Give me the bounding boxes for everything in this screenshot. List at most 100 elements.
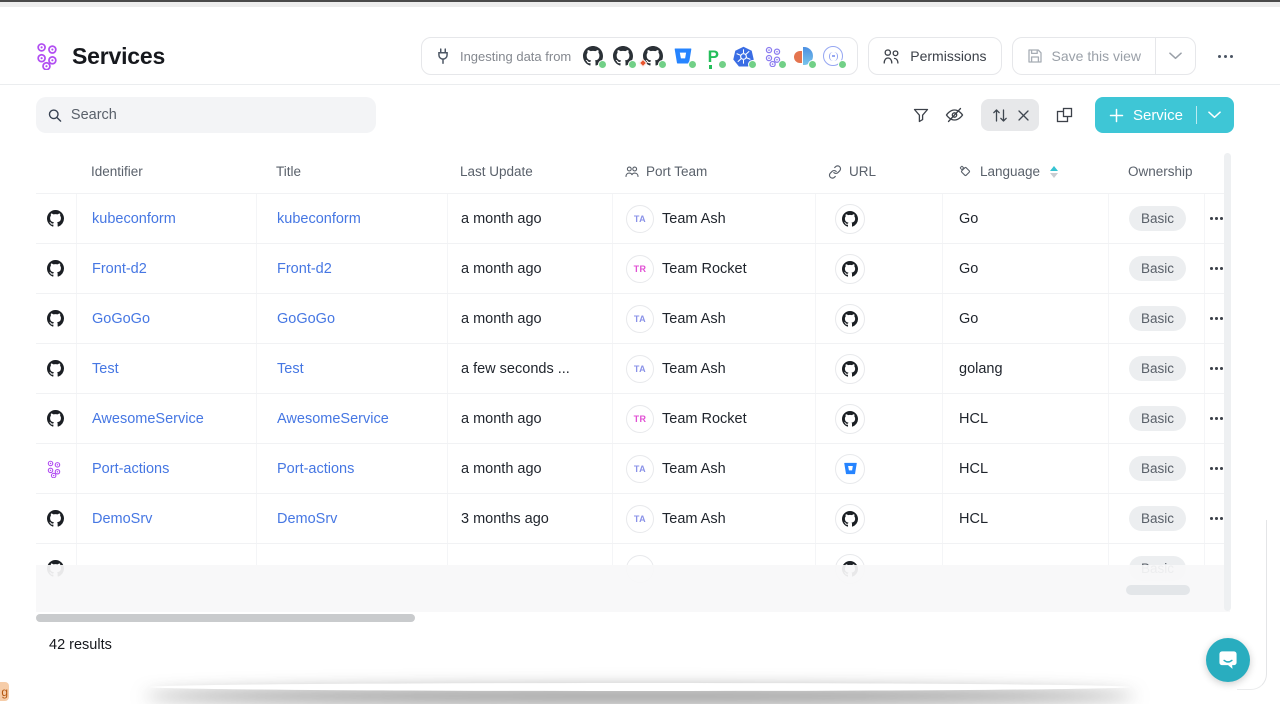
- ingesting-label: Ingesting data from: [460, 49, 571, 64]
- table-row[interactable]: DemoSrv DemoSrv 3 months ago TATeam Ash …: [36, 493, 1228, 543]
- search-input[interactable]: [71, 107, 364, 123]
- table-row[interactable]: Front-d2 Front-d2 a month ago TRTeam Roc…: [36, 243, 1228, 293]
- row-more-menu-button[interactable]: [1210, 217, 1223, 220]
- github-source-icon[interactable]: [582, 45, 604, 67]
- table-row[interactable]: Test Test a few seconds ... TATeam Ash g…: [36, 343, 1228, 393]
- hide-properties-button[interactable]: [938, 99, 972, 131]
- plus-icon: [1109, 108, 1124, 123]
- last-update-value: a month ago: [461, 311, 542, 327]
- language-value: Go: [959, 311, 978, 327]
- identifier-link[interactable]: Front-d2: [92, 261, 147, 277]
- row-more-menu-button[interactable]: [1210, 417, 1223, 420]
- ownership-badge: Basic: [1129, 506, 1186, 531]
- table-row[interactable]: Port-actions Port-actions a month ago TA…: [36, 443, 1228, 493]
- browser-extension-tag[interactable]: g: [0, 682, 9, 701]
- filter-button[interactable]: [904, 99, 938, 131]
- column-header-language[interactable]: Language: [958, 164, 1058, 179]
- results-count: 42 results: [49, 637, 112, 653]
- identifier-link[interactable]: AwesomeService: [92, 411, 204, 427]
- chevron-down-icon: [1169, 52, 1182, 60]
- team-name: Team Ash: [662, 361, 726, 377]
- row-more-menu-button[interactable]: [1210, 317, 1223, 320]
- insights-source-icon[interactable]: [792, 45, 814, 67]
- github-icon: [47, 310, 64, 327]
- title-link[interactable]: Test: [277, 361, 304, 377]
- ingest-source-list: P: [582, 45, 844, 67]
- team-name: Team Ash: [662, 461, 726, 477]
- status-dot: [808, 60, 817, 69]
- bitbucket-icon: [843, 461, 858, 476]
- identifier-link[interactable]: kubeconform: [92, 211, 176, 227]
- title-link[interactable]: GoGoGo: [277, 311, 335, 327]
- github-source-icon[interactable]: [612, 45, 634, 67]
- ownership-badge: Basic: [1129, 356, 1186, 381]
- horizontal-scrollbar-thumb[interactable]: [36, 614, 415, 622]
- row-more-menu-button[interactable]: [1210, 367, 1223, 370]
- services-page: Services Ingesting data from: [0, 0, 1280, 704]
- status-dot: [688, 60, 697, 69]
- title-link[interactable]: Front-d2: [277, 261, 332, 277]
- status-dot: [778, 60, 787, 69]
- url-github-button[interactable]: [835, 354, 865, 384]
- port-source-icon[interactable]: [762, 45, 784, 67]
- url-github-button[interactable]: [835, 254, 865, 284]
- table-row[interactable]: kubeconform kubeconform a month ago TATe…: [36, 193, 1228, 243]
- column-header-ownership[interactable]: Ownership: [1128, 164, 1193, 179]
- add-service-button[interactable]: Service: [1095, 97, 1234, 133]
- search-box[interactable]: [36, 97, 376, 133]
- team-name: Team Rocket: [662, 411, 747, 427]
- title-link[interactable]: AwesomeService: [277, 411, 389, 427]
- services-blueprint-icon: [36, 42, 58, 70]
- url-bitbucket-button[interactable]: [835, 454, 865, 484]
- language-value: HCL: [959, 411, 988, 427]
- team-avatar: TR: [626, 405, 654, 433]
- table-row[interactable]: AwesomeService AwesomeService a month ag…: [36, 393, 1228, 443]
- save-view-dropdown-button[interactable]: [1155, 38, 1195, 74]
- permissions-button[interactable]: Permissions: [868, 37, 1001, 75]
- last-update-value: a month ago: [461, 211, 542, 227]
- bitbucket-source-icon[interactable]: [672, 45, 694, 67]
- title-link[interactable]: Port-actions: [277, 461, 354, 477]
- webhook-source-icon[interactable]: [822, 45, 844, 67]
- column-header-identifier[interactable]: Identifier: [91, 164, 143, 179]
- permissions-label: Permissions: [910, 48, 986, 64]
- url-github-button[interactable]: [835, 404, 865, 434]
- identifier-link[interactable]: Test: [92, 361, 119, 377]
- save-view-button[interactable]: Save this view: [1013, 48, 1155, 64]
- github-exporter-source-icon[interactable]: [642, 45, 664, 67]
- identifier-link[interactable]: Port-actions: [92, 461, 169, 477]
- row-more-menu-button[interactable]: [1210, 267, 1223, 270]
- chat-launcher-button[interactable]: [1206, 638, 1250, 682]
- page-more-menu-button[interactable]: [1210, 41, 1240, 71]
- vertical-scrollbar[interactable]: [1224, 153, 1231, 611]
- table-row[interactable]: GoGoGo GoGoGo a month ago TATeam Ash Go …: [36, 293, 1228, 343]
- column-header-title[interactable]: Title: [276, 164, 301, 179]
- row-more-menu-button[interactable]: [1210, 467, 1223, 470]
- language-sort-control[interactable]: [1050, 166, 1058, 178]
- title-link[interactable]: DemoSrv: [277, 511, 337, 527]
- ownership-badge: Basic: [1129, 406, 1186, 431]
- title-link[interactable]: kubeconform: [277, 211, 361, 227]
- identifier-link[interactable]: GoGoGo: [92, 311, 150, 327]
- sort-descending-icon: [1050, 173, 1058, 178]
- column-header-port-team[interactable]: Port Team: [625, 164, 707, 179]
- status-dot: [718, 60, 727, 69]
- url-github-button[interactable]: [835, 504, 865, 534]
- sort-active-chip[interactable]: [981, 99, 1039, 131]
- save-view-button-group: Save this view: [1012, 37, 1196, 75]
- github-icon: [47, 510, 64, 527]
- chevron-down-icon[interactable]: [1208, 111, 1221, 119]
- team-avatar: TA: [626, 355, 654, 383]
- group-by-button[interactable]: [1048, 99, 1082, 131]
- column-header-last-update[interactable]: Last Update: [460, 164, 533, 179]
- url-github-button[interactable]: [835, 304, 865, 334]
- table-controls: Service: [904, 97, 1234, 133]
- url-github-button[interactable]: [835, 204, 865, 234]
- kubernetes-source-icon[interactable]: [732, 45, 754, 67]
- column-header-url[interactable]: URL: [828, 164, 876, 179]
- ingesting-data-pill[interactable]: Ingesting data from: [421, 37, 858, 75]
- identifier-link[interactable]: DemoSrv: [92, 511, 152, 527]
- clear-sort-icon[interactable]: [1018, 110, 1029, 121]
- row-more-menu-button[interactable]: [1210, 517, 1223, 520]
- pagerduty-source-icon[interactable]: P: [702, 45, 724, 67]
